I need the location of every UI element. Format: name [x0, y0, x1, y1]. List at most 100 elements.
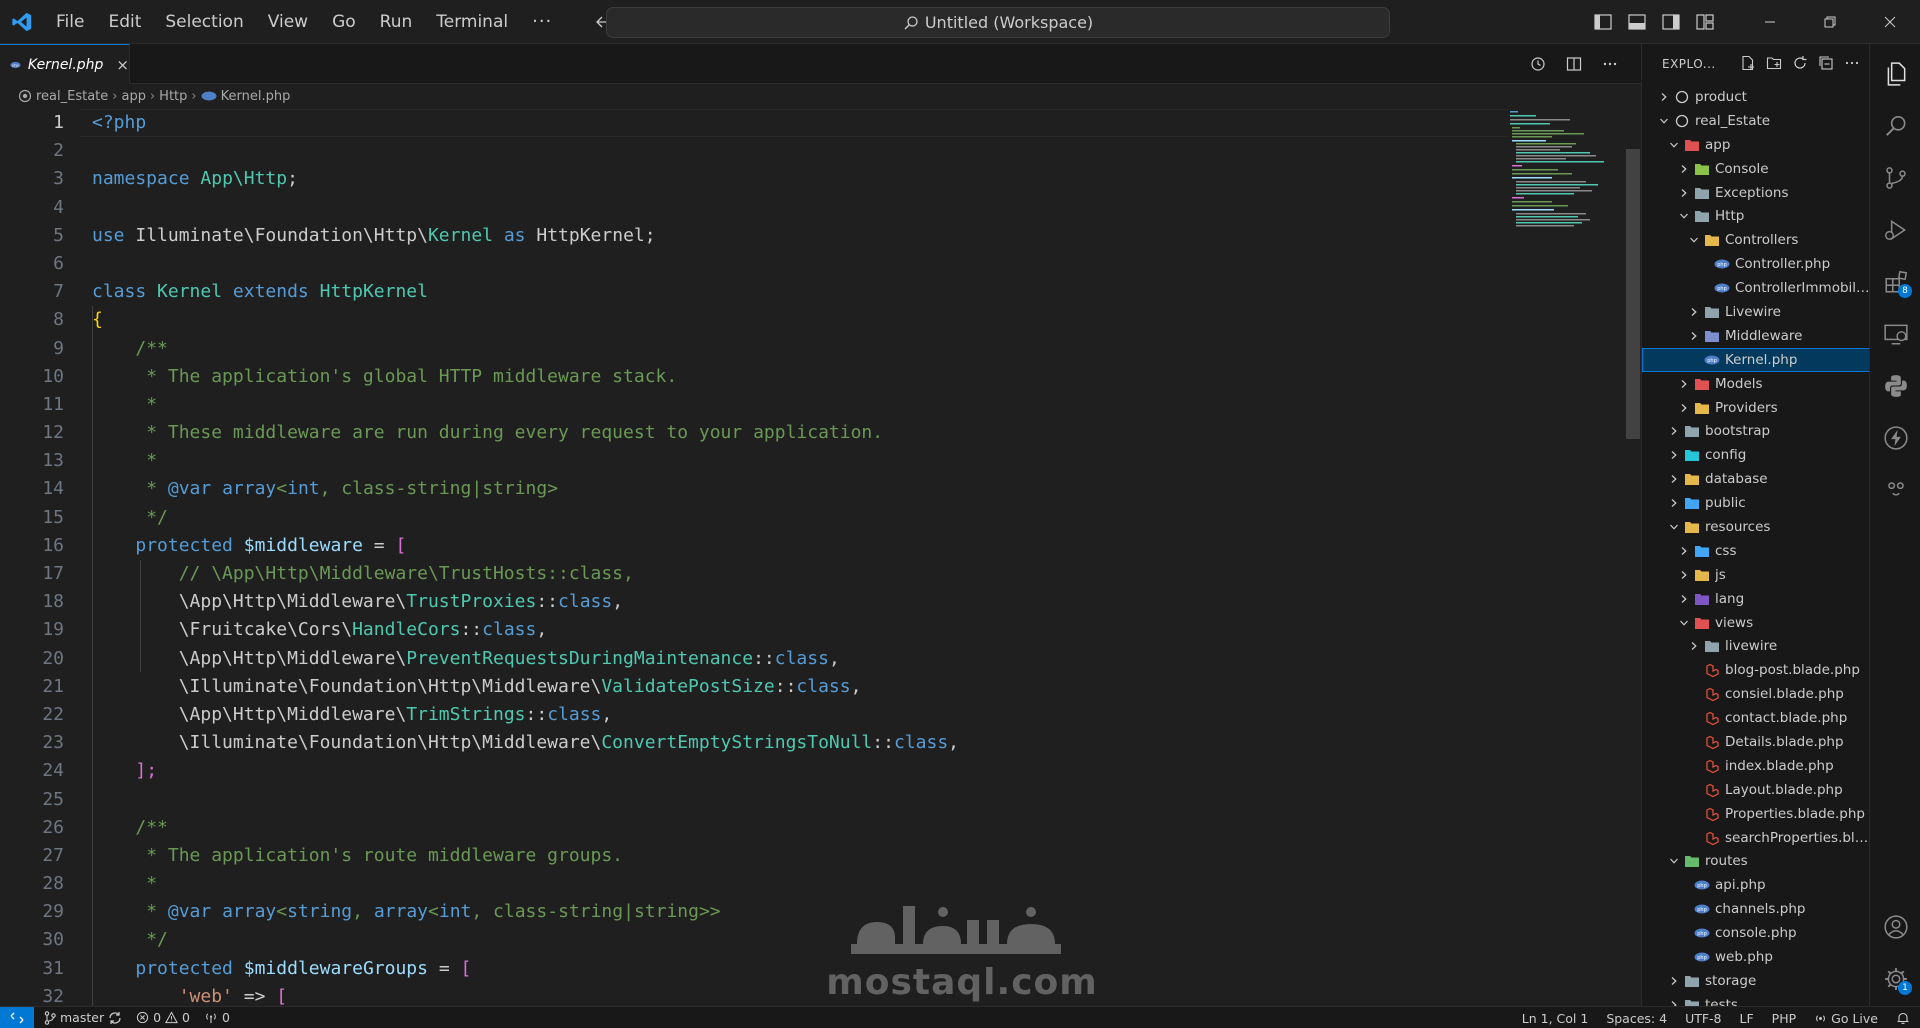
remote-explorer-icon[interactable]: [1870, 309, 1920, 359]
tree-item[interactable]: routes: [1642, 850, 1870, 874]
problems-status[interactable]: 0 0: [136, 1010, 190, 1025]
tree-item[interactable]: Middleware: [1642, 324, 1870, 348]
tree-item[interactable]: consiel.blade.php: [1642, 682, 1870, 706]
toggle-panel-icon[interactable]: [1620, 7, 1654, 37]
breadcrumb-item-real-estate[interactable]: real_Estate: [36, 89, 108, 104]
tree-item[interactable]: php ControllerImmobilie...: [1642, 276, 1870, 300]
toggle-secondary-sidebar-icon[interactable]: [1654, 7, 1688, 37]
new-folder-icon[interactable]: [1765, 54, 1783, 72]
account-icon[interactable]: [1870, 902, 1920, 952]
tree-item[interactable]: app: [1642, 133, 1870, 157]
menu-go[interactable]: Go: [320, 7, 368, 37]
tree-item[interactable]: public: [1642, 491, 1870, 515]
go-live-label: Go Live: [1831, 1010, 1878, 1026]
toggle-primary-sidebar-icon[interactable]: [1586, 7, 1620, 37]
menu-file[interactable]: File: [44, 7, 96, 37]
go-live-button[interactable]: Go Live: [1814, 1011, 1878, 1026]
editor-scrollbar[interactable]: [1626, 149, 1640, 439]
tree-item[interactable]: lang: [1642, 587, 1870, 611]
tree-item[interactable]: php web.php: [1642, 945, 1870, 969]
tree-item[interactable]: Models: [1642, 372, 1870, 396]
tree-item[interactable]: Details.blade.php: [1642, 730, 1870, 754]
tree-item[interactable]: Console: [1642, 157, 1870, 181]
run-debug-icon[interactable]: [1870, 205, 1920, 255]
tree-item[interactable]: js: [1642, 563, 1870, 587]
menu-more[interactable]: ···: [520, 7, 564, 37]
code-editor[interactable]: 1 2 3 4 5 6 7 8 9 10 11 12 13 14 15 16 17 18 19 20 21 22 23 24 2…: [0, 109, 1622, 1016]
command-center[interactable]: Untitled (Workspace): [606, 7, 1390, 38]
eol-status[interactable]: LF: [1740, 1011, 1754, 1026]
tree-item[interactable]: product: [1642, 85, 1870, 109]
tree-item[interactable]: config: [1642, 443, 1870, 467]
tree-item[interactable]: Exceptions: [1642, 181, 1870, 205]
menu-view[interactable]: View: [256, 7, 320, 37]
tree-item[interactable]: Properties.blade.php: [1642, 802, 1870, 826]
search-icon[interactable]: [1870, 101, 1920, 151]
code-line: * These middleware are run during every …: [135, 422, 884, 444]
more-actions-icon[interactable]: [1843, 54, 1861, 72]
tree-item[interactable]: php console.php: [1642, 921, 1870, 945]
tree-item[interactable]: php api.php: [1642, 873, 1870, 897]
php-file-icon: [201, 91, 217, 101]
tree-item[interactable]: Http: [1642, 204, 1870, 228]
tree-item[interactable]: php Kernel.php: [1642, 347, 1870, 372]
tree-item[interactable]: blog-post.blade.php: [1642, 658, 1870, 682]
tree-item[interactable]: database: [1642, 467, 1870, 491]
tree-item-label: views: [1715, 614, 1754, 631]
tree-item[interactable]: php channels.php: [1642, 897, 1870, 921]
tree-item[interactable]: searchProperties.blad...: [1642, 826, 1870, 850]
tree-item[interactable]: storage: [1642, 969, 1870, 993]
tree-item[interactable]: css: [1642, 539, 1870, 563]
split-editor-icon[interactable]: [1563, 53, 1585, 75]
customize-layout-icon[interactable]: [1688, 7, 1722, 37]
cursor-position[interactable]: Ln 1, Col 1: [1522, 1011, 1589, 1026]
timeline-history-icon[interactable]: [1527, 53, 1549, 75]
breadcrumb-item-kernel[interactable]: Kernel.php: [221, 89, 291, 104]
close-tab-icon[interactable]: ×: [116, 56, 129, 74]
tree-item[interactable]: real_Estate: [1642, 109, 1870, 133]
tree-item[interactable]: index.blade.php: [1642, 754, 1870, 778]
code-line: * @var array<int, class-string|string>: [135, 478, 559, 500]
breadcrumb-item-http[interactable]: Http: [159, 89, 187, 104]
explorer-files-icon[interactable]: [1870, 49, 1920, 99]
live-share-icon[interactable]: [1870, 465, 1920, 515]
tree-item[interactable]: Controllers: [1642, 228, 1870, 252]
branch-status[interactable]: master: [44, 1010, 122, 1025]
restore-icon[interactable]: [1800, 0, 1860, 44]
thunder-client-icon[interactable]: [1870, 413, 1920, 463]
notifications-bell-icon[interactable]: [1896, 1011, 1910, 1025]
menu-run[interactable]: Run: [368, 7, 425, 37]
refresh-icon[interactable]: [1791, 54, 1809, 72]
minimap[interactable]: [1508, 109, 1608, 249]
indentation-status[interactable]: Spaces: 4: [1606, 1011, 1667, 1026]
settings-gear-icon[interactable]: 1: [1870, 954, 1920, 1004]
close-window-icon[interactable]: [1860, 0, 1920, 44]
tree-item[interactable]: php Controller.php: [1642, 252, 1870, 276]
menu-edit[interactable]: Edit: [96, 7, 153, 37]
python-icon[interactable]: [1870, 361, 1920, 411]
tree-item[interactable]: resources: [1642, 515, 1870, 539]
tab-kernel-php[interactable]: php Kernel.php ×: [0, 44, 130, 84]
tree-item[interactable]: Layout.blade.php: [1642, 778, 1870, 802]
minimize-icon[interactable]: [1740, 0, 1800, 44]
tree-item[interactable]: Livewire: [1642, 300, 1870, 324]
tree-item[interactable]: views: [1642, 611, 1870, 635]
breadcrumb-item-app[interactable]: app: [121, 89, 145, 104]
encoding-status[interactable]: UTF-8: [1685, 1011, 1721, 1026]
source-control-icon[interactable]: [1870, 153, 1920, 203]
php-file-icon: php: [1694, 949, 1710, 965]
more-actions-icon[interactable]: [1599, 53, 1621, 75]
remote-indicator-icon[interactable]: [0, 1006, 34, 1028]
menu-selection[interactable]: Selection: [153, 7, 255, 37]
language-mode[interactable]: PHP: [1772, 1011, 1796, 1026]
extensions-icon[interactable]: 8: [1870, 257, 1920, 307]
ports-status[interactable]: 0: [204, 1010, 230, 1025]
tree-item[interactable]: bootstrap: [1642, 419, 1870, 443]
new-file-icon[interactable]: [1739, 54, 1757, 72]
menu-terminal[interactable]: Terminal: [424, 7, 520, 37]
tree-item[interactable]: contact.blade.php: [1642, 706, 1870, 730]
tree-item[interactable]: livewire: [1642, 634, 1870, 658]
collapse-all-icon[interactable]: [1817, 54, 1835, 72]
tree-item[interactable]: Providers: [1642, 396, 1870, 420]
explorer-actions: [1739, 54, 1861, 72]
